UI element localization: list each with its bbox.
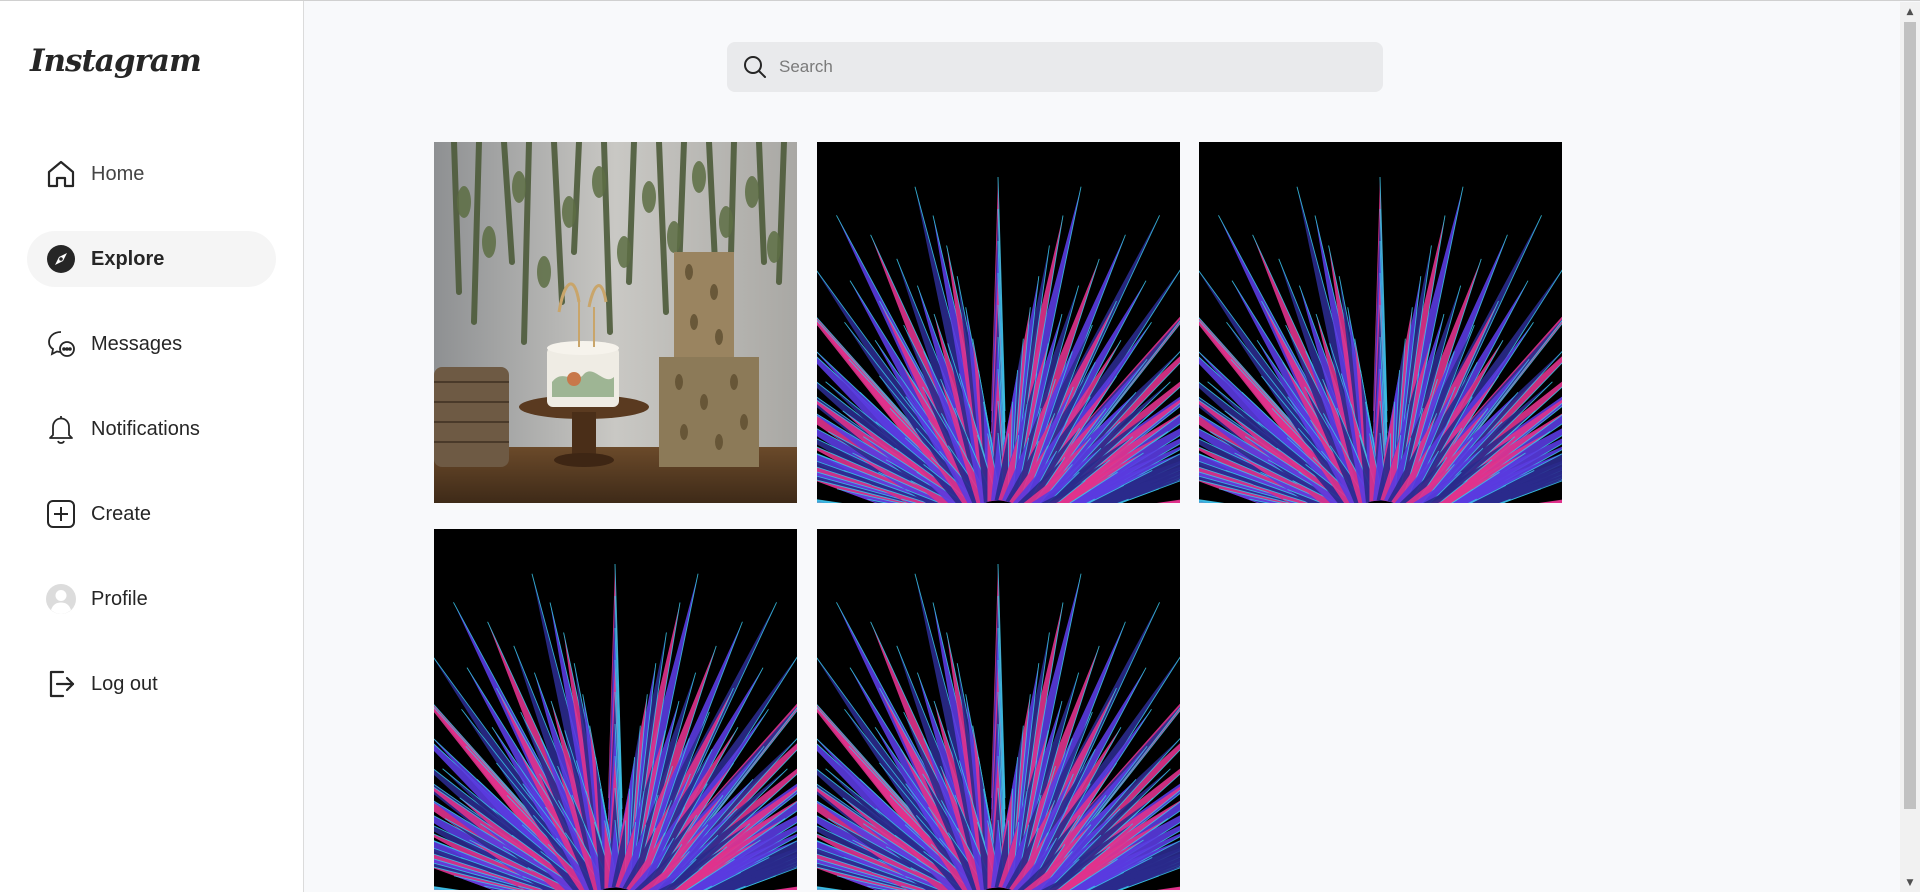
- explore-post-cake[interactable]: [434, 142, 797, 503]
- sidebar: Instagram Home Explore Messages Notifica…: [0, 1, 304, 892]
- search-icon[interactable]: [741, 53, 769, 81]
- scroll-up-arrow-icon[interactable]: ▲: [1904, 6, 1916, 18]
- explore-post-spikes-1[interactable]: [817, 142, 1180, 503]
- cake-party-photo: [434, 142, 797, 503]
- page-scrollbar[interactable]: ▲ ▼: [1900, 2, 1920, 892]
- compass-icon: [45, 243, 77, 275]
- search-bar: [727, 42, 1383, 92]
- scroll-down-arrow-icon[interactable]: ▼: [1904, 877, 1916, 889]
- bell-icon: [45, 413, 77, 445]
- sidebar-item-label: Home: [91, 162, 145, 185]
- sidebar-item-explore[interactable]: Explore: [27, 231, 276, 287]
- chat-bubble-icon: [45, 328, 77, 360]
- explore-post-spikes-4[interactable]: [817, 529, 1180, 890]
- explore-post-spikes-2[interactable]: [1199, 142, 1562, 503]
- neon-spikes-art: [817, 142, 1180, 503]
- instagram-logo[interactable]: Instagram: [30, 43, 202, 79]
- logout-icon: [45, 668, 77, 700]
- sidebar-item-profile[interactable]: Profile: [27, 571, 276, 627]
- search-input[interactable]: [779, 57, 1339, 77]
- sidebar-item-label: Messages: [91, 332, 183, 355]
- sidebar-item-label: Create: [91, 502, 152, 525]
- plus-square-icon: [45, 498, 77, 530]
- explore-post-spikes-3[interactable]: [434, 529, 797, 890]
- sidebar-item-logout[interactable]: Log out: [27, 656, 276, 712]
- scroll-thumb[interactable]: [1904, 22, 1916, 809]
- sidebar-item-home[interactable]: Home: [27, 146, 276, 202]
- app-window: Instagram Home Explore Messages Notifica…: [0, 0, 1920, 892]
- neon-spikes-art: [1199, 142, 1562, 503]
- sidebar-item-label: Notifications: [91, 417, 200, 440]
- sidebar-item-label: Profile: [91, 587, 148, 610]
- sidebar-item-create[interactable]: Create: [27, 486, 276, 542]
- sidebar-item-notifications[interactable]: Notifications: [27, 401, 276, 457]
- sidebar-item-label: Log out: [91, 672, 158, 695]
- neon-spikes-art: [817, 529, 1180, 890]
- sidebar-item-label: Explore: [91, 247, 165, 270]
- neon-spikes-art: [434, 529, 797, 890]
- sidebar-item-messages[interactable]: Messages: [27, 316, 276, 372]
- home-icon: [45, 158, 77, 190]
- avatar-icon: [45, 583, 77, 615]
